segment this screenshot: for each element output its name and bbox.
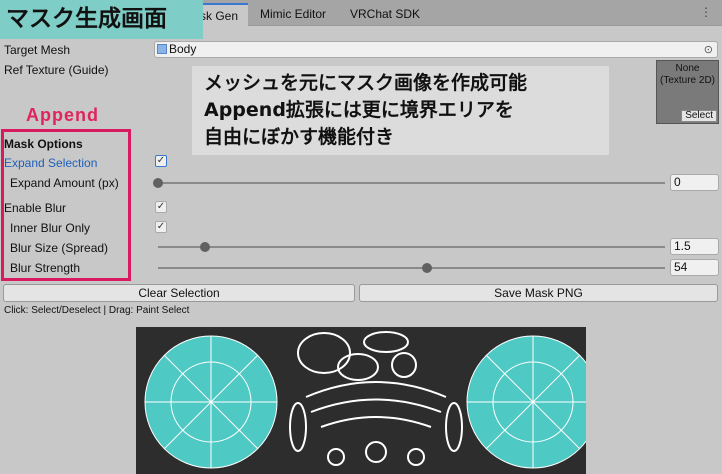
object-picker-icon[interactable]: ⊙: [704, 43, 713, 58]
blur-size-slider[interactable]: [158, 242, 665, 252]
mask-options-header: Mask Options: [4, 137, 83, 151]
blur-strength-input[interactable]: 54: [670, 259, 719, 276]
tab-label: VRChat SDK: [350, 7, 421, 21]
blur-size-label: Blur Size (Spread): [10, 241, 109, 255]
clear-selection-button[interactable]: Clear Selection: [3, 284, 355, 302]
ref-texture-field[interactable]: None (Texture 2D) Select: [656, 60, 719, 124]
uv-island-right: [466, 335, 586, 469]
target-mesh-label: Target Mesh: [4, 43, 71, 57]
target-mesh-value: Body: [169, 42, 197, 56]
texture-value: None: [675, 63, 700, 74]
uv-island-left: [144, 335, 278, 469]
blur-size-input[interactable]: 1.5: [670, 238, 719, 255]
uv-islands-center: [289, 331, 463, 466]
inner-blur-only-label: Inner Blur Only: [10, 221, 91, 235]
append-annotation: Append: [26, 105, 99, 125]
inner-blur-only-checkbox[interactable]: ✓: [155, 221, 167, 233]
texture-select-button[interactable]: Select: [681, 110, 717, 122]
ref-texture-label: Ref Texture (Guide): [4, 63, 109, 77]
tab-label: Mimic Editor: [260, 7, 327, 21]
title-badge: マスク生成画面: [0, 0, 203, 39]
save-mask-png-button[interactable]: Save Mask PNG: [359, 284, 718, 302]
uv-wireframe-image: [144, 331, 586, 469]
slider-thumb[interactable]: [421, 263, 432, 273]
tab-label: sk Gen: [200, 9, 239, 23]
tab-mimic-editor[interactable]: Mimic Editor: [250, 3, 336, 26]
expand-amount-label: Expand Amount (px): [10, 176, 119, 190]
more-menu-icon[interactable]: ⋮: [700, 5, 712, 19]
tab-vrchat-sdk[interactable]: VRChat SDK: [340, 3, 430, 26]
hint-text: Click: Select/Deselect | Drag: Paint Sel…: [4, 305, 190, 316]
enable-blur-checkbox[interactable]: ✓: [155, 201, 167, 213]
expand-amount-slider[interactable]: [153, 178, 665, 188]
expand-selection-label: Expand Selection: [4, 156, 98, 170]
mesh-icon: [157, 44, 167, 54]
callout-line: Append拡張には更に境界エリアを: [204, 99, 514, 121]
blur-strength-label: Blur Strength: [10, 261, 81, 275]
blur-strength-slider[interactable]: [158, 263, 665, 273]
slider-thumb[interactable]: [200, 242, 211, 252]
target-mesh-field[interactable]: Body ⊙: [154, 41, 718, 58]
slider-thumb[interactable]: [153, 178, 163, 188]
expand-amount-input[interactable]: 0: [670, 174, 719, 191]
annotation-callout: メッシュを元にマスク画像を作成可能 Append拡張には更に境界エリアを 自由に…: [192, 66, 609, 155]
texture-type: (Texture 2D): [659, 75, 715, 86]
uv-mask-preview[interactable]: [136, 327, 586, 474]
callout-line: 自由にぼかす機能付き: [204, 126, 395, 148]
enable-blur-label: Enable Blur: [4, 201, 67, 215]
callout-line: メッシュを元にマスク画像を作成可能: [204, 72, 528, 94]
expand-selection-checkbox[interactable]: ✓: [155, 155, 167, 167]
